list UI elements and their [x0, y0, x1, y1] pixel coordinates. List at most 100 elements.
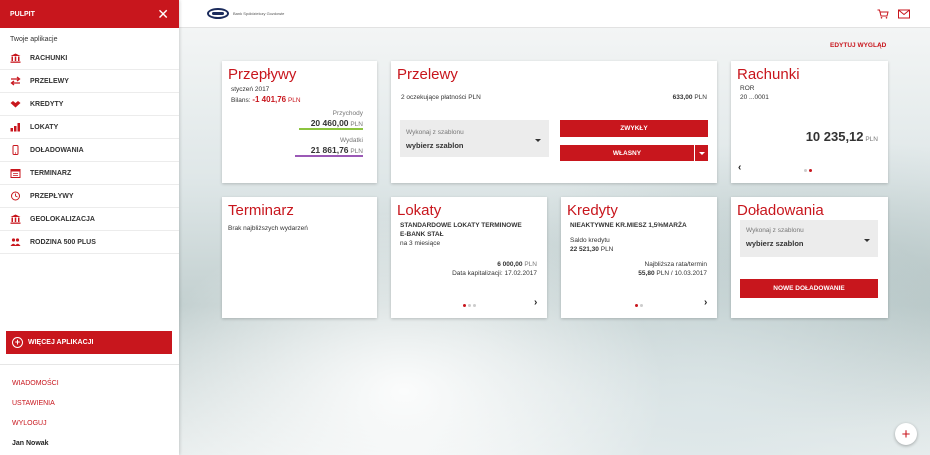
loan-currency: PLN	[600, 246, 614, 253]
card-lokaty[interactable]: Lokaty STANDARDOWE LOKATY TERMINOWE E-BA…	[391, 197, 547, 318]
chevron-left-icon[interactable]: ‹	[738, 162, 741, 173]
carousel-dot[interactable]	[804, 169, 807, 172]
sidebar-item-przeplywy[interactable]: PRZEPŁYWY	[0, 185, 179, 208]
bank-logo-mark	[207, 8, 229, 19]
carousel-dot-active[interactable]	[635, 304, 638, 307]
period-label: styczeń 2017	[231, 86, 270, 93]
chevron-right-icon[interactable]: ›	[534, 297, 537, 308]
deposit-amount-row: 6 000,00 PLN	[497, 261, 537, 268]
income-bar	[299, 128, 363, 130]
own-transfer-dropdown[interactable]	[695, 145, 708, 161]
card-title: Doładowania	[737, 202, 824, 219]
carousel-dot[interactable]	[468, 304, 471, 307]
expense-currency: PLN	[350, 148, 363, 155]
loan-balance-row: 22 521,30 PLN	[570, 246, 613, 253]
sidebar: PULPIT ✕ Twoje aplikacje RACHUNKI PRZELE…	[0, 0, 179, 455]
carousel-dot[interactable]	[640, 304, 643, 307]
template-value: wybierz szablon	[406, 141, 464, 150]
sidebar-item-lokaty[interactable]: LOKATY	[0, 116, 179, 139]
edit-view-link[interactable]: EDYTUJ WYGLĄD	[830, 42, 886, 49]
card-terminarz[interactable]: Terminarz Brak najbliższych wydarzeń	[222, 197, 377, 318]
sidebar-footer: WIADOMOŚCI USTAWIENIA WYLOGUJ Jan Nowak	[0, 364, 179, 453]
income-value: 20 460,00	[310, 118, 349, 128]
card-title: Lokaty	[397, 202, 442, 219]
balance-value: -1 401,76	[252, 95, 287, 104]
more-apps-button[interactable]: + WIĘCEJ APLIKACJI	[6, 331, 172, 354]
sidebar-item-geolokalizacja[interactable]: GEOLOKALIZACJA	[0, 208, 179, 231]
sidebar-item-doladowania[interactable]: DOŁADOWANIA	[0, 139, 179, 162]
calendar-icon	[10, 168, 21, 178]
own-transfer-button[interactable]: WŁASNY	[560, 145, 694, 161]
sidebar-subtitle: Twoje aplikacje	[10, 36, 58, 43]
expense-row: 21 861,76 PLN	[311, 145, 363, 155]
cart-icon[interactable]	[877, 9, 889, 19]
add-fab-button[interactable]: +	[895, 423, 917, 445]
balance-label: Bilans:	[231, 97, 251, 104]
sidebar-item-rachunki[interactable]: RACHUNKI	[0, 47, 179, 70]
sidebar-item-rodzina[interactable]: RODZINA 500 PLUS	[0, 231, 179, 254]
card-przeplywy[interactable]: Przepływy styczeń 2017 Bilans: -1 401,76…	[222, 61, 377, 183]
handshake-icon	[10, 99, 21, 109]
chevron-down-icon	[535, 138, 541, 142]
transfer-template-select[interactable]: Wykonaj z szablonu wybierz szablon	[400, 120, 549, 157]
next-installment-date: PLN / 10.03.2017	[656, 270, 707, 277]
transfer-icon	[10, 76, 21, 86]
account-balance-row: 10 235,12 PLN	[806, 129, 878, 144]
sidebar-item-label: PRZELEWY	[30, 77, 69, 85]
sidebar-item-przelewy[interactable]: PRZELEWY	[0, 70, 179, 93]
top-bar: Bank Spółdzielczy Gozdowie	[179, 0, 930, 28]
sidebar-header: PULPIT ✕	[0, 0, 179, 28]
deposit-duration: na 3 miesiące	[400, 240, 441, 247]
deposit-name-line2: E-BANK STAŁ	[400, 231, 444, 238]
normal-transfer-button[interactable]: ZWYKŁY	[560, 120, 708, 137]
balance-row: Bilans: -1 401,76 PLN	[231, 95, 301, 104]
balance-currency: PLN	[287, 97, 301, 104]
bar-chart-icon	[10, 122, 21, 132]
more-apps-label: WIĘCEJ APLIKACJI	[28, 339, 94, 346]
account-currency: PLN	[865, 136, 878, 143]
carousel-dot-active[interactable]	[809, 169, 812, 172]
close-icon[interactable]: ✕	[157, 7, 169, 21]
chevron-right-icon[interactable]: ›	[704, 297, 707, 308]
sidebar-item-label: GEOLOKALIZACJA	[30, 215, 95, 223]
people-icon	[10, 237, 21, 247]
logout-link[interactable]: WYLOGUJ	[0, 413, 179, 433]
messages-link[interactable]: WIADOMOŚCI	[0, 373, 179, 393]
bank-icon	[10, 214, 21, 224]
new-topup-button[interactable]: NOWE DOŁADOWANIE	[740, 279, 878, 298]
sidebar-item-terminarz[interactable]: TERMINARZ	[0, 162, 179, 185]
sidebar-item-label: RACHUNKI	[30, 54, 68, 62]
plus-icon: +	[901, 425, 911, 443]
bank-logo[interactable]: Bank Spółdzielczy Gozdowie	[207, 8, 284, 19]
expense-label: Wydatki	[339, 137, 363, 144]
sidebar-item-label: RODZINA 500 PLUS	[30, 238, 96, 246]
card-title: Przelewy	[397, 66, 458, 83]
card-title: Rachunki	[737, 66, 800, 83]
expense-bar	[295, 155, 363, 157]
topup-template-select[interactable]: Wykonaj z szablonu wybierz szablon	[740, 220, 878, 257]
carousel-dots	[463, 304, 476, 307]
card-title: Przepływy	[228, 66, 297, 83]
sidebar-item-kredyty[interactable]: KREDYTY	[0, 93, 179, 116]
income-currency: PLN	[350, 121, 363, 128]
carousel-dots	[804, 169, 812, 172]
template-label: Wykonaj z szablonu	[406, 129, 464, 136]
sidebar-item-label: DOŁADOWANIA	[30, 146, 84, 154]
deposit-name-line1: STANDARDOWE LOKATY TERMINOWE	[400, 222, 522, 229]
carousel-dot-active[interactable]	[463, 304, 466, 307]
next-installment-label: Najbliższa rata/termin	[644, 261, 708, 268]
card-rachunki[interactable]: Rachunki ROR 20 ...0001 10 235,12 PLN ‹	[731, 61, 888, 183]
no-events-text: Brak najbliższych wydarzeń	[228, 225, 308, 232]
income-label: Przychody	[332, 110, 363, 117]
next-installment-amount: 55,80	[638, 270, 655, 277]
pending-payments[interactable]: 2 oczekujące płatności PLN	[401, 94, 481, 101]
settings-link[interactable]: USTAWIENIA	[0, 393, 179, 413]
sidebar-title: PULPIT	[10, 10, 35, 18]
pending-amount: 633,00	[672, 94, 693, 101]
card-doladowania: Doładowania Wykonaj z szablonu wybierz s…	[731, 197, 888, 318]
phone-icon	[10, 145, 21, 155]
sidebar-item-label: KREDYTY	[30, 100, 64, 108]
carousel-dot[interactable]	[473, 304, 476, 307]
mail-icon[interactable]	[898, 9, 910, 19]
card-kredyty[interactable]: Kredyty NIEAKTYWNE KR.MIESZ 1,5%MARŻA Sa…	[561, 197, 717, 318]
